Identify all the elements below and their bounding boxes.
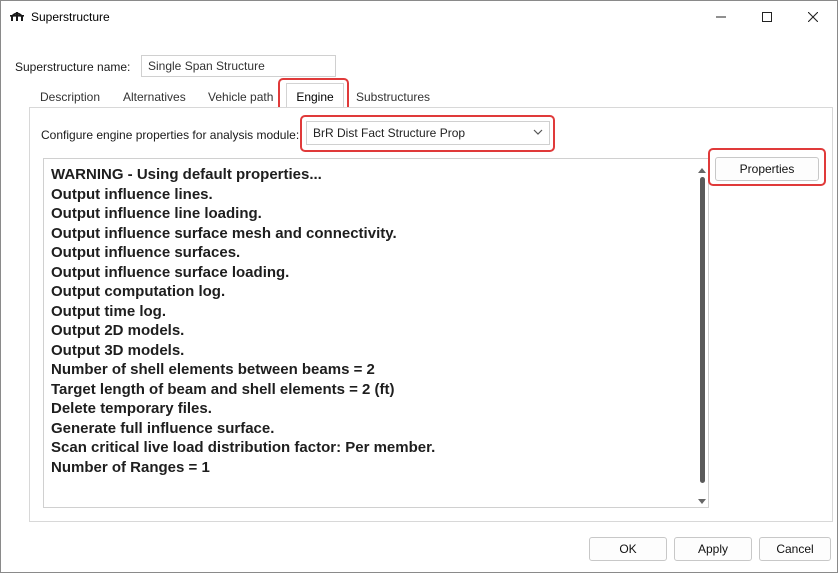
superstructure-name-input[interactable] xyxy=(141,55,336,77)
close-button[interactable] xyxy=(790,1,836,33)
scroll-down-arrow-icon[interactable] xyxy=(698,499,706,504)
vertical-scrollbar-thumb[interactable] xyxy=(700,177,705,483)
list-item: Output influence surface mesh and connec… xyxy=(51,224,397,242)
list-item: WARNING - Using default properties... xyxy=(51,166,322,183)
properties-button[interactable]: Properties xyxy=(715,157,819,181)
tab-substructures[interactable]: Substructures xyxy=(356,90,430,104)
analysis-module-select[interactable]: BrR Dist Fact Structure Prop xyxy=(306,121,550,145)
chevron-down-icon[interactable] xyxy=(533,127,543,137)
tab-vehicle-path[interactable]: Vehicle path xyxy=(208,90,273,104)
superstructure-name-label: Superstructure name: xyxy=(15,60,131,74)
ok-button[interactable]: OK xyxy=(589,537,667,561)
list-item: Number of Ranges = 1 xyxy=(51,458,210,476)
list-item: Output 2D models. xyxy=(51,322,185,339)
list-item: Output time log. xyxy=(51,302,166,320)
scroll-up-arrow-icon[interactable] xyxy=(698,168,706,173)
list-item: Scan critical live load distribution fac… xyxy=(51,439,436,456)
list-item: Output 3D models. xyxy=(51,341,185,359)
list-item: Number of shell elements between beams =… xyxy=(51,361,375,378)
list-item: Output influence lines. xyxy=(51,185,213,203)
maximize-icon xyxy=(762,12,772,22)
close-icon xyxy=(808,12,818,22)
list-item: Delete temporary files. xyxy=(51,400,212,417)
tab-description[interactable]: Description xyxy=(40,90,100,104)
maximize-button[interactable] xyxy=(744,1,790,33)
superstructure-window: Superstructure Superstructure name: Desc… xyxy=(0,0,838,573)
minimize-icon xyxy=(716,16,726,18)
tab-engine[interactable]: Engine xyxy=(286,83,344,108)
engine-properties-list: WARNING - Using default properties... Ou… xyxy=(51,165,435,477)
tab-alternatives[interactable]: Alternatives xyxy=(123,90,186,104)
list-item: Output computation log. xyxy=(51,283,226,300)
window-title: Superstructure xyxy=(31,10,110,24)
list-item: Target length of beam and shell elements… xyxy=(51,380,395,398)
list-item: Generate full influence surface. xyxy=(51,419,275,437)
configure-engine-label: Configure engine properties for analysis… xyxy=(41,128,300,142)
list-item: Output influence surface loading. xyxy=(51,263,290,281)
title-bar[interactable]: Superstructure xyxy=(1,1,837,33)
cancel-button[interactable]: Cancel xyxy=(759,537,831,561)
list-item: Output influence surfaces. xyxy=(51,244,241,261)
bridge-icon xyxy=(10,12,24,21)
apply-button[interactable]: Apply xyxy=(674,537,752,561)
minimize-button[interactable] xyxy=(698,1,744,33)
list-item: Output influence line loading. xyxy=(51,205,262,222)
